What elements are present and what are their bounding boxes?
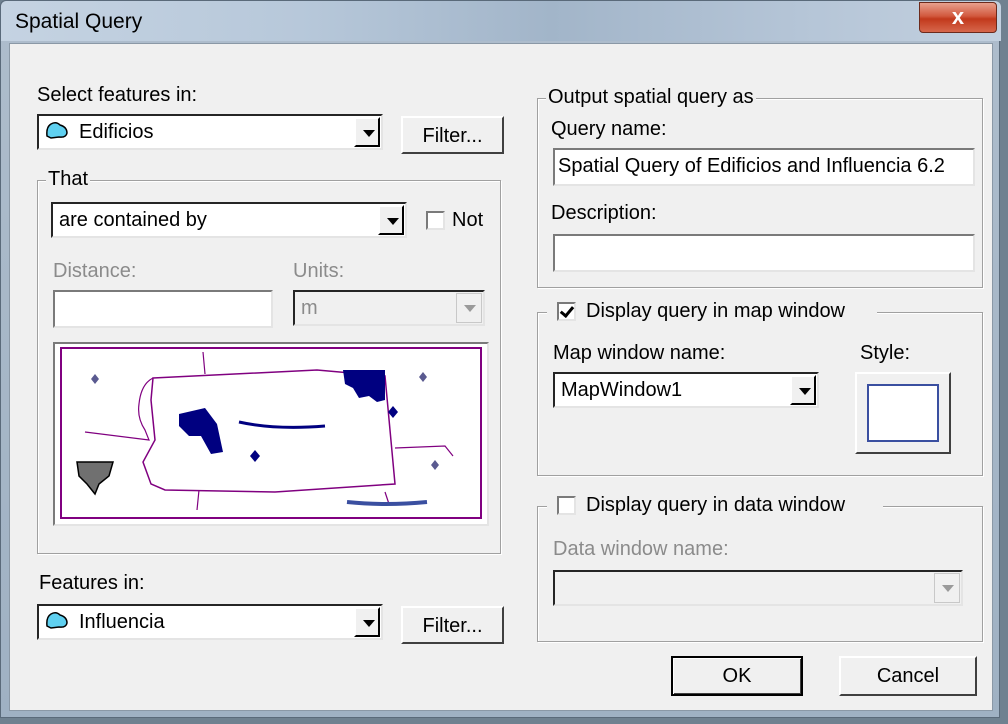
cancel-button[interactable]: Cancel <box>839 656 977 696</box>
units-label: Units: <box>293 260 345 282</box>
select-features-value: Edificios <box>79 121 154 143</box>
display-data-window-checkbox[interactable] <box>557 496 576 515</box>
not-label: Not <box>452 209 484 231</box>
select-features-filter-button[interactable]: Filter... <box>401 116 504 154</box>
features-in-value: Influencia <box>79 611 165 633</box>
data-window-name-label: Data window name: <box>553 538 729 560</box>
chevron-down-icon[interactable] <box>456 293 482 323</box>
relation-preview-diagram <box>60 347 482 519</box>
that-group-title: That <box>46 168 91 191</box>
chevron-down-icon[interactable] <box>378 205 404 235</box>
select-features-dropdown[interactable]: Edificios <box>37 114 383 150</box>
display-map-window-label: Display query in map window <box>586 300 846 322</box>
relation-value: are contained by <box>59 209 207 231</box>
distance-input[interactable] <box>53 290 273 328</box>
title-bar[interactable]: Spatial Query x <box>1 1 1001 41</box>
chevron-down-icon[interactable] <box>790 375 816 405</box>
units-dropdown[interactable]: m <box>293 290 485 326</box>
select-features-label: Select features in: <box>37 84 198 106</box>
output-group-title: Output spatial query as <box>546 86 756 109</box>
features-in-filter-button[interactable]: Filter... <box>401 606 504 644</box>
chevron-down-icon[interactable] <box>354 607 380 637</box>
relation-preview-picture <box>53 342 489 526</box>
chevron-down-icon[interactable] <box>354 117 380 147</box>
features-in-dropdown[interactable]: Influencia <box>37 604 383 640</box>
data-window-name-dropdown[interactable] <box>553 570 963 606</box>
dialog-window: Spatial Query x Select features in: Edif… <box>0 0 1001 718</box>
close-icon: x <box>951 4 965 29</box>
display-map-window-checkbox[interactable] <box>557 302 576 321</box>
map-window-name-dropdown[interactable]: MapWindow1 <box>553 372 819 408</box>
features-in-label: Features in: <box>39 572 145 594</box>
dialog-client-area: Select features in: Edificios Filter... … <box>9 43 993 711</box>
chevron-down-icon[interactable] <box>934 573 960 603</box>
map-window-name-label: Map window name: <box>553 342 726 364</box>
polygon-layer-icon <box>46 611 68 629</box>
description-input[interactable] <box>553 234 975 272</box>
close-button[interactable]: x <box>919 2 997 33</box>
ok-button[interactable]: OK <box>671 656 803 696</box>
query-name-input[interactable]: Spatial Query of Edificios and Influenci… <box>553 148 975 186</box>
polygon-layer-icon <box>46 121 68 139</box>
map-window-name-value: MapWindow1 <box>561 379 683 401</box>
style-button[interactable] <box>855 372 951 454</box>
query-name-label: Query name: <box>551 118 667 140</box>
window-title: Spatial Query <box>15 10 143 33</box>
distance-label: Distance: <box>53 260 137 282</box>
style-preview-swatch <box>867 384 939 442</box>
display-data-window-label: Display query in data window <box>586 494 846 516</box>
relation-dropdown[interactable]: are contained by <box>51 202 407 238</box>
style-label: Style: <box>860 342 911 364</box>
units-value: m <box>301 297 318 319</box>
not-checkbox[interactable] <box>426 211 445 230</box>
description-label: Description: <box>551 202 657 224</box>
